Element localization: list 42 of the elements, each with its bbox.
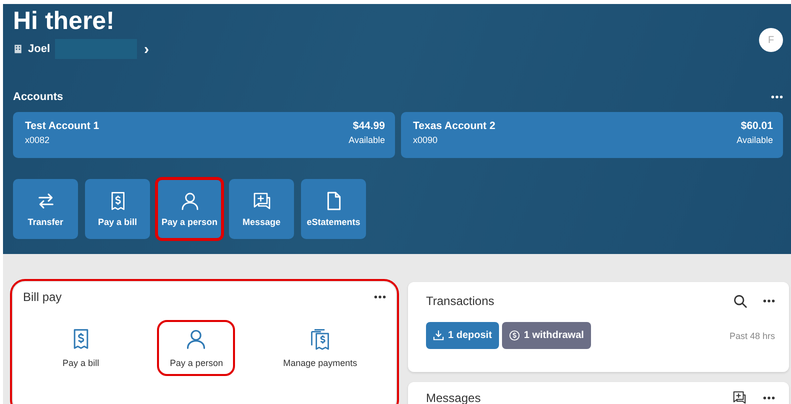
search-icon[interactable] (733, 294, 747, 308)
card-title: Bill pay (23, 290, 62, 304)
more-icon[interactable] (763, 396, 775, 400)
action-tile[interactable]: Pay a bill (85, 179, 150, 239)
receipts-icon (309, 328, 332, 350)
action-tile[interactable]: Transfer (13, 179, 78, 239)
message-plus-icon (252, 191, 272, 211)
bill-pay-option[interactable]: Pay a person (159, 322, 234, 374)
balance-status: Available (736, 135, 773, 145)
coin-icon (508, 330, 520, 341)
account-number: x0090 (413, 135, 439, 145)
balance-status: Available (348, 135, 385, 145)
account-balance: $60.01 (740, 120, 773, 132)
card-title: Messages (426, 390, 481, 404)
action-tile[interactable]: Pay a person (157, 179, 222, 239)
transaction-chip[interactable]: 1 deposit (426, 322, 499, 349)
chevron[interactable]: › (144, 40, 150, 58)
download-icon (433, 330, 444, 341)
bill-pay-option[interactable]: Pay a bill (44, 322, 118, 374)
transaction-chip[interactable]: 1 withdrawal (502, 322, 591, 349)
building-icon (13, 44, 23, 54)
account-name: Texas Account 2 (413, 120, 496, 132)
period-label: Past 48 hrs (729, 330, 775, 340)
action-tile[interactable]: Message (229, 179, 294, 239)
transfer-arrows-icon (36, 191, 56, 211)
message-plus-icon (732, 390, 747, 404)
account-balance: $44.99 (352, 120, 385, 132)
account-number: x0082 (25, 135, 51, 145)
card-title: Transactions (426, 294, 494, 308)
bill-pay-option[interactable]: Manage payments (275, 322, 366, 374)
more-icon[interactable] (763, 299, 775, 303)
more-icon[interactable] (374, 295, 386, 299)
more-icon[interactable] (771, 95, 783, 99)
user-name[interactable]: Joel (28, 43, 50, 55)
account-name: Test Account 1 (25, 120, 100, 132)
account-card[interactable]: Texas Account 2 x0090 $60.01 Available (401, 112, 783, 158)
person-icon (180, 191, 200, 211)
person-icon (185, 328, 208, 350)
action-tile[interactable]: eStatements (301, 179, 366, 239)
account-card[interactable]: Test Account 1 x0082 $44.99 Available (13, 112, 395, 158)
accounts-title: Accounts (13, 91, 64, 103)
greeting-title: Hi there! (13, 6, 116, 36)
